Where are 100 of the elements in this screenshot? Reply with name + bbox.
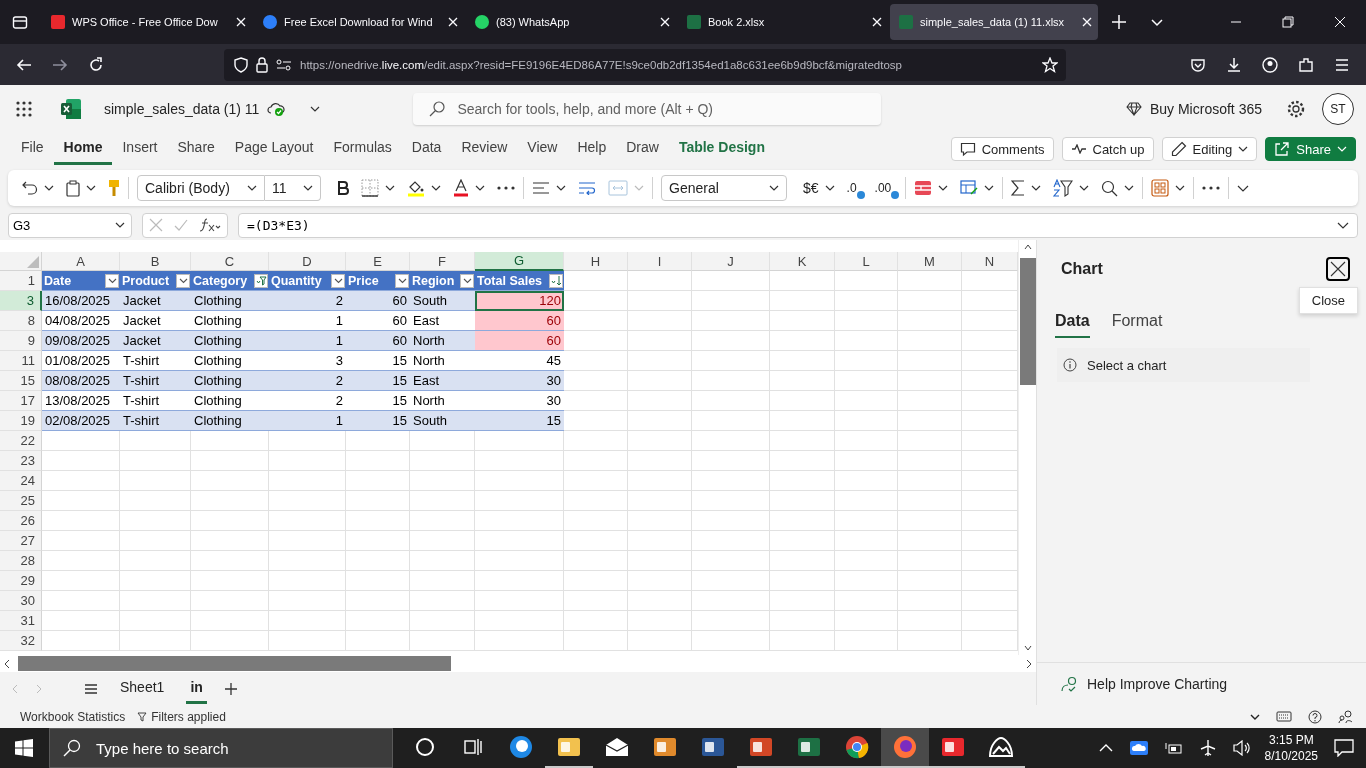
empty-cell[interactable] [898, 431, 962, 451]
empty-cell[interactable] [835, 431, 898, 451]
empty-cell[interactable] [898, 531, 962, 551]
empty-cell[interactable] [692, 271, 770, 291]
borders-icon[interactable] [361, 179, 379, 197]
empty-cell[interactable] [692, 551, 770, 571]
empty-cell[interactable] [269, 431, 346, 451]
column-header[interactable]: K [770, 252, 835, 271]
empty-cell[interactable] [692, 391, 770, 411]
empty-cell[interactable] [898, 631, 962, 651]
new-tab-icon[interactable] [1112, 15, 1126, 29]
empty-cell[interactable] [346, 491, 410, 511]
close-icon[interactable] [236, 17, 246, 27]
caret-icon[interactable] [556, 183, 566, 193]
empty-cell[interactable] [835, 611, 898, 631]
fill-color-icon[interactable] [407, 179, 425, 197]
empty-cell[interactable] [692, 371, 770, 391]
caret-icon[interactable] [1175, 183, 1186, 193]
ribbon-tab[interactable]: Data [401, 133, 452, 165]
empty-cell[interactable] [835, 491, 898, 511]
ribbon-tab[interactable]: View [517, 133, 568, 165]
empty-cell[interactable] [475, 631, 564, 651]
empty-cell[interactable] [770, 331, 835, 351]
row-header[interactable]: 32 [0, 631, 42, 651]
empty-cell[interactable] [120, 451, 191, 471]
empty-cell[interactable] [770, 491, 835, 511]
restore-icon[interactable] [1282, 16, 1294, 28]
empty-cell[interactable] [475, 571, 564, 591]
pane-tab[interactable]: Data [1055, 308, 1090, 338]
action-button[interactable]: Editing [1161, 137, 1258, 161]
empty-cell[interactable] [475, 591, 564, 611]
empty-cell[interactable] [346, 551, 410, 571]
empty-cell[interactable] [120, 511, 191, 531]
empty-cell[interactable] [628, 291, 692, 311]
empty-cell[interactable] [120, 591, 191, 611]
format-painter-icon[interactable] [108, 179, 120, 197]
row-header[interactable]: 30 [0, 591, 42, 611]
empty-cell[interactable] [692, 511, 770, 531]
empty-cell[interactable] [692, 351, 770, 371]
ribbon-tab[interactable]: Formulas [323, 133, 402, 165]
ribbon-tab[interactable]: Home [53, 133, 113, 165]
caret-icon[interactable] [1124, 183, 1135, 193]
empty-cell[interactable] [564, 491, 628, 511]
empty-cell[interactable] [835, 511, 898, 531]
filter-button[interactable] [254, 273, 268, 288]
empty-cell[interactable] [628, 551, 692, 571]
currency-format-button[interactable]: $€ [803, 180, 819, 196]
empty-cell[interactable] [269, 571, 346, 591]
forward-icon[interactable] [52, 56, 68, 73]
empty-cell[interactable] [269, 491, 346, 511]
empty-cell[interactable] [770, 311, 835, 331]
filter-button[interactable] [176, 273, 190, 288]
empty-cell[interactable] [628, 371, 692, 391]
empty-cell[interactable] [410, 591, 475, 611]
action-button[interactable]: Share [1265, 137, 1356, 161]
empty-cell[interactable] [191, 511, 269, 531]
empty-cell[interactable] [628, 451, 692, 471]
column-header[interactable]: H [564, 252, 628, 271]
empty-cell[interactable] [564, 571, 628, 591]
font-dropdown[interactable]: Calibri (Body) [137, 175, 265, 201]
empty-cell[interactable] [269, 611, 346, 631]
empty-cell[interactable] [120, 551, 191, 571]
empty-cell[interactable] [564, 611, 628, 631]
ribbon-tab[interactable]: Review [451, 133, 518, 165]
empty-cell[interactable] [191, 531, 269, 551]
conditional-format-icon[interactable] [914, 180, 933, 196]
name-box[interactable]: G3 [8, 212, 132, 238]
formula-field[interactable]: =(D3*E3) [238, 212, 1358, 238]
empty-cell[interactable] [835, 351, 898, 371]
scroll-down-icon[interactable] [1023, 645, 1032, 651]
empty-cell[interactable] [835, 591, 898, 611]
close-icon[interactable] [660, 17, 670, 27]
empty-cell[interactable] [898, 551, 962, 571]
empty-cell[interactable] [898, 351, 962, 371]
menu-icon[interactable] [1334, 56, 1350, 73]
caret-icon[interactable] [938, 183, 949, 193]
empty-cell[interactable] [898, 391, 962, 411]
empty-cell[interactable] [475, 451, 564, 471]
empty-cell[interactable] [628, 531, 692, 551]
empty-cell[interactable] [475, 551, 564, 571]
empty-cell[interactable] [628, 411, 692, 431]
empty-cell[interactable] [692, 291, 770, 311]
empty-cell[interactable] [692, 531, 770, 551]
ribbon-tab[interactable]: Page Layout [224, 133, 324, 165]
empty-cell[interactable] [692, 311, 770, 331]
pane-tab[interactable]: Format [1111, 308, 1163, 338]
row-header[interactable]: 26 [0, 511, 42, 531]
empty-cell[interactable] [835, 531, 898, 551]
empty-cell[interactable] [628, 591, 692, 611]
search-field[interactable]: Search for tools, help, and more (Alt + Q) [413, 92, 882, 125]
empty-cell[interactable] [770, 411, 835, 431]
file-name[interactable]: simple_sales_data (1) 11 [104, 100, 260, 117]
row-header[interactable]: 28 [0, 551, 42, 571]
column-header[interactable]: F [410, 252, 475, 271]
filter-button[interactable] [105, 273, 119, 288]
empty-cell[interactable] [898, 591, 962, 611]
reload-icon[interactable] [88, 56, 104, 73]
airplane-icon[interactable] [1198, 739, 1217, 757]
empty-cell[interactable] [410, 511, 475, 531]
empty-cell[interactable] [628, 471, 692, 491]
